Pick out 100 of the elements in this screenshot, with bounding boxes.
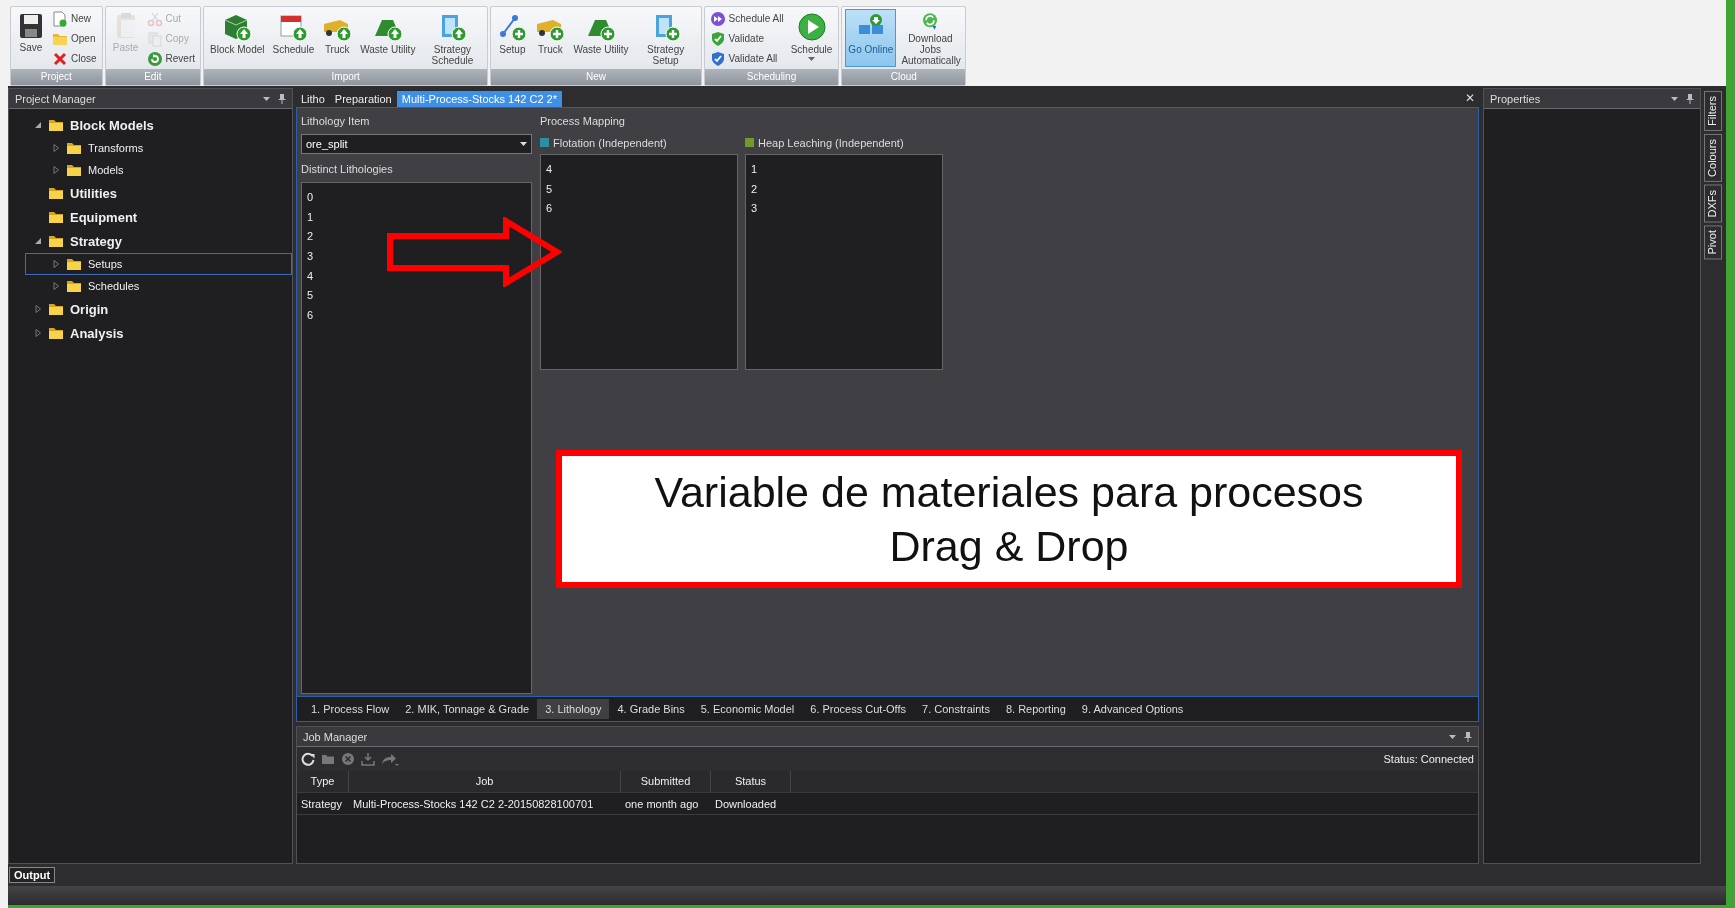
list-item[interactable]: 4 [302,266,531,287]
document-tab[interactable]: Preparation [329,91,397,107]
tree-item[interactable]: Equipment [25,205,292,229]
tree-item[interactable]: Transforms [25,137,292,159]
collapsed-arrow-icon [52,144,60,152]
page-tab[interactable]: 2. MIK, Tonnage & Grade [397,699,538,719]
side-tab[interactable]: Filters [1704,91,1722,131]
ribbon-button[interactable]: Download Jobs Automatically [898,9,963,67]
caret-icon [808,57,815,61]
section-label: Process Mapping [540,114,626,129]
panel-title: Job Manager [303,730,368,743]
side-tab[interactable]: DXFs [1704,184,1722,223]
list-item[interactable]: 6 [541,199,737,220]
close-button[interactable]: ✕ [1461,91,1479,107]
tree-item[interactable]: Origin [25,297,292,321]
list-item[interactable]: 2 [302,227,531,248]
table-cell-text: Strategy [300,797,343,810]
folder-icon [48,210,64,224]
collapsed-arrow-icon [34,329,42,337]
list-item[interactable]: 2 [746,179,942,200]
tree-item[interactable]: Utilities [25,181,292,205]
panel-title: Properties [1490,92,1541,105]
fast-forward-icon [709,10,726,27]
ribbon-button[interactable]: Revert [144,49,198,68]
ribbon-button[interactable]: Truck [319,9,356,67]
list-item[interactable]: 1 [302,207,531,228]
ribbon-button[interactable]: Truck [532,9,569,67]
play-icon [796,12,827,42]
list-item[interactable]: 3 [746,199,942,220]
page-tab[interactable]: 8. Reporting [997,699,1074,719]
ribbon-button[interactable]: Block Model [207,9,268,67]
folder-icon [66,279,82,293]
pin-icon [278,93,286,104]
nodes-add-icon [497,12,528,42]
expanded-arrow-icon [34,121,42,129]
lithology-dropdown[interactable]: ore_split [301,134,532,154]
collapsed-arrow-icon [52,166,60,174]
list-item[interactable]: 0 [302,188,531,208]
ribbon-button[interactable]: Close [50,49,99,68]
page-tab[interactable]: 3. Lithology [537,699,610,719]
ribbon-button[interactable]: Setup [494,9,531,67]
field-label: Lithology Item [301,114,371,129]
page-tab[interactable]: 4. Grade Bins [609,699,693,719]
page-tab[interactable]: 7. Constraints [914,699,998,719]
column-header[interactable]: Submitted [621,771,711,792]
lithology-list[interactable]: 0 1 2 3 4 5 6 [301,182,532,694]
tree-item[interactable]: Strategy [25,229,292,253]
list-item[interactable]: 4 [541,160,737,180]
connection-status: Status: Connected [1383,753,1474,765]
process-list[interactable]: 4 5 6 [540,154,738,370]
list-item[interactable]: 3 [302,247,531,267]
caret-icon [520,142,527,146]
ribbon-button[interactable]: Schedule [269,9,318,67]
list-item[interactable]: 6 [302,306,531,326]
ribbon-button[interactable]: Schedule [787,9,836,67]
output-tab[interactable]: Output [9,867,56,883]
tree-item[interactable]: Models [25,159,292,181]
tree-item[interactable]: Block Models [25,113,292,137]
side-tab[interactable]: Pivot [1704,225,1722,260]
tree-item[interactable]: Analysis [25,321,292,345]
ribbon-button[interactable]: Schedule All [707,9,786,28]
list-item[interactable]: 5 [302,286,531,307]
ribbon-group-label: Edit [105,69,201,85]
page-tab[interactable]: 9. Advanced Options [1073,699,1192,719]
ribbon-button[interactable]: Go Online [845,9,897,67]
ribbon-button[interactable]: Validate All [707,49,786,68]
list-item[interactable]: 1 [746,160,942,180]
column-header[interactable]: Status [711,771,791,792]
ribbon-button[interactable]: Strategy Setup [633,9,698,67]
ribbon-group-label: Scheduling [704,69,839,85]
folder-icon [66,163,82,177]
tree-item[interactable]: Setups [25,253,292,275]
ribbon-button[interactable]: New [50,9,99,28]
process-label: Flotation (Independent) [553,136,667,149]
expanded-arrow-icon [34,237,42,245]
ribbon-button[interactable]: Open [50,29,99,48]
process-list[interactable]: 1 2 3 [745,154,943,370]
ribbon-group-label: New [491,69,701,85]
column-header[interactable]: Job [349,771,621,792]
refresh-icon [301,752,315,766]
page-tab[interactable]: 5. Economic Model [692,699,803,719]
ribbon-button[interactable]: Waste Utility [570,9,632,67]
ribbon-button[interactable]: Validate [707,29,786,48]
document-tab[interactable]: Litho [296,91,330,107]
list-item[interactable]: 5 [541,179,737,200]
cube-upload-icon [222,12,253,42]
dropdown-icon [263,96,270,101]
tree-item[interactable]: Schedules [25,275,292,297]
side-tab[interactable]: Colours [1704,133,1722,182]
folder-icon [48,326,64,340]
refresh-icon [146,50,163,67]
folder-icon [66,141,82,155]
column-header[interactable]: Type [297,771,349,792]
close-icon [52,50,68,67]
ribbon-button[interactable]: Waste Utility [357,9,419,67]
page-tab[interactable]: 1. Process Flow [303,699,398,719]
ribbon-button[interactable]: Save [14,9,48,67]
field-label: Distinct Lithologies [301,162,394,177]
page-tab[interactable]: 6. Process Cut-Offs [802,699,915,719]
ribbon-button[interactable]: Strategy Schedule [420,9,485,67]
